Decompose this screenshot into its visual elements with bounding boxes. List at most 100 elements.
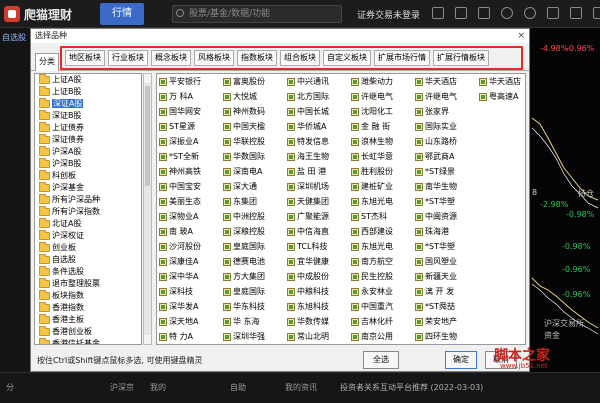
market-tree-item[interactable]: 沪深A股 xyxy=(35,146,141,158)
market-tree-item[interactable]: 沪深基金 xyxy=(35,182,141,194)
stock-item[interactable]: 华侨城A xyxy=(285,119,349,134)
stock-item[interactable]: 新疆天业 xyxy=(413,269,477,284)
category-button-industry[interactable]: 行业板块 xyxy=(108,50,148,66)
stock-item[interactable]: 四环生物 xyxy=(413,329,477,344)
trade-login-status[interactable]: 证券交易未登录 xyxy=(357,8,420,21)
close-icon[interactable] xyxy=(593,7,600,19)
stock-item[interactable]: 北方国际 xyxy=(285,89,349,104)
stock-item[interactable]: 特发信息 xyxy=(285,134,349,149)
stock-item[interactable]: 德赛电池 xyxy=(221,254,285,269)
stock-item[interactable]: 湖北宜化 xyxy=(349,344,413,345)
tree-scrollbar[interactable] xyxy=(143,73,152,345)
market-tree-item[interactable]: 创业板 xyxy=(35,242,141,254)
scroll-up-icon[interactable] xyxy=(144,74,151,83)
category-button-index[interactable]: 指数板块 xyxy=(237,50,277,66)
market-tree-item[interactable]: 条件选股 xyxy=(35,266,141,278)
stock-item[interactable]: 平安银行 xyxy=(157,74,221,89)
stock-item[interactable]: 深华发A xyxy=(157,299,221,314)
market-tree-item[interactable]: 上证B股 xyxy=(35,86,141,98)
user-icon[interactable] xyxy=(501,7,513,19)
category-button-region[interactable]: 地区板块 xyxy=(65,50,105,66)
search-input[interactable]: 股票/基金/数据/功能 xyxy=(172,5,342,23)
stock-item[interactable]: *ST舜喆 xyxy=(413,299,477,314)
market-tree-item[interactable]: 退市整理股票 xyxy=(35,278,141,290)
stock-item[interactable]: 国际实业 xyxy=(413,119,477,134)
stock-item[interactable]: 华天酒店 xyxy=(477,74,525,89)
stock-item[interactable]: ST杰科 xyxy=(349,209,413,224)
market-tree-item[interactable]: 深证B股 xyxy=(35,110,141,122)
stock-item[interactable]: 华东科技 xyxy=(221,299,285,314)
stock-item[interactable]: 华 东海 xyxy=(221,314,285,329)
stock-item[interactable]: 深粮控股 xyxy=(221,224,285,239)
stock-item[interactable]: 万 科A xyxy=(157,89,221,104)
stock-item[interactable]: TCL科技 xyxy=(285,239,349,254)
stock-item[interactable]: 富奥股份 xyxy=(221,74,285,89)
market-tree-item[interactable]: 香港指数 xyxy=(35,302,141,314)
stock-item[interactable]: 长虹华意 xyxy=(349,149,413,164)
stock-item[interactable]: 潍柴动力 xyxy=(349,74,413,89)
maximize-icon[interactable] xyxy=(570,7,582,19)
stock-item[interactable]: 国风塑业 xyxy=(413,254,477,269)
stock-item[interactable]: 南京公用 xyxy=(349,329,413,344)
market-tree-item[interactable]: 所有沪深品种 xyxy=(35,194,141,206)
stock-item[interactable]: 常山北明 xyxy=(285,329,349,344)
market-tree-item[interactable]: 沪深B股 xyxy=(35,158,141,170)
stock-item[interactable]: 深大通 xyxy=(221,179,285,194)
stock-item[interactable]: 深圳华强 xyxy=(221,329,285,344)
stock-item[interactable]: 金 融 街 xyxy=(349,119,413,134)
category-button-concept[interactable]: 概念板块 xyxy=(151,50,191,66)
stock-item[interactable]: 美丽生态 xyxy=(157,194,221,209)
market-tree-item[interactable]: 北证A股 xyxy=(35,218,141,230)
stock-item[interactable]: 东旭光电 xyxy=(349,194,413,209)
stock-item[interactable]: 浪林生物 xyxy=(349,134,413,149)
stock-item[interactable]: 南华生物 xyxy=(413,179,477,194)
grid-icon[interactable] xyxy=(478,7,490,19)
stock-item[interactable]: 建桩矿业 xyxy=(349,179,413,194)
market-tree-list[interactable]: 上证A股 上证B股 深证A股 深证B股 上证债券 深证债券 沪深A股 沪深B股 科创板 沪深基金所… xyxy=(34,73,142,345)
market-tree-item[interactable]: 自选股 xyxy=(35,254,141,266)
category-button-ext-market[interactable]: 扩展市场行情 xyxy=(374,50,430,66)
stock-item[interactable]: 东集团 xyxy=(221,194,285,209)
stock-item[interactable]: 许继电气 xyxy=(413,89,477,104)
stock-item[interactable]: 中信海直 xyxy=(285,224,349,239)
message-icon[interactable] xyxy=(432,7,444,19)
stock-item[interactable]: 中国宝安 xyxy=(157,179,221,194)
category-button-ext-sector[interactable]: 扩展行情板块 xyxy=(433,50,489,66)
stock-item[interactable]: *ST华塑 xyxy=(413,239,477,254)
stock-item[interactable]: 方大集团 xyxy=(221,269,285,284)
stock-item[interactable]: 中成股份 xyxy=(285,269,349,284)
stock-item[interactable]: *ST华塑 xyxy=(413,194,477,209)
stock-item[interactable]: 深振业A xyxy=(157,134,221,149)
stock-item[interactable]: 皇庭国际 xyxy=(221,284,285,299)
market-tree-item[interactable]: 上证债券 xyxy=(35,122,141,134)
stock-item[interactable]: 特 力A xyxy=(157,329,221,344)
stock-item[interactable]: 深天地A xyxy=(157,314,221,329)
stock-item[interactable]: 中国天楹 xyxy=(221,119,285,134)
stock-item[interactable]: 华联控股 xyxy=(221,134,285,149)
stock-item[interactable]: 东旭光电 xyxy=(349,239,413,254)
market-tree-item[interactable]: 香港主板 xyxy=(35,314,141,326)
stock-item[interactable]: 中兵红箭 xyxy=(413,344,477,345)
category-button-custom[interactable]: 自定义板块 xyxy=(323,50,371,66)
stock-item[interactable]: 海王生物 xyxy=(285,149,349,164)
stock-item[interactable]: 民生控股 xyxy=(349,269,413,284)
stock-item[interactable]: 广聚能源 xyxy=(285,209,349,224)
stock-item[interactable]: 珠海港 xyxy=(413,224,477,239)
stock-item[interactable]: 中洲控股 xyxy=(221,209,285,224)
stock-item[interactable]: 中粮科技 xyxy=(285,284,349,299)
stock-item[interactable]: 深康佳A xyxy=(157,254,221,269)
stock-item[interactable]: 中兴通讯 xyxy=(285,74,349,89)
market-tree-item[interactable]: 沪深权证 xyxy=(35,230,141,242)
news-ticker[interactable]: 投资者关系互动平台推荐 (2022-03-03) xyxy=(340,382,483,393)
market-tree-item[interactable]: 深证A股 xyxy=(35,98,141,110)
stock-item[interactable]: 沙河股份 xyxy=(157,239,221,254)
market-tree-item[interactable]: 板块指数 xyxy=(35,290,141,302)
stock-item[interactable]: 深圳机场 xyxy=(285,179,349,194)
market-tree-item[interactable]: 所有沪深指数 xyxy=(35,206,141,218)
stock-item[interactable]: 天健集团 xyxy=(285,194,349,209)
market-tree-item[interactable]: 香港信托基金 xyxy=(35,338,141,344)
bottom-item[interactable]: 沪深京 xyxy=(110,382,134,393)
stock-item[interactable]: 中粮糖业 xyxy=(285,344,349,345)
stock-item[interactable]: 国华网安 xyxy=(157,104,221,119)
select-all-button[interactable]: 全选 xyxy=(363,351,399,369)
